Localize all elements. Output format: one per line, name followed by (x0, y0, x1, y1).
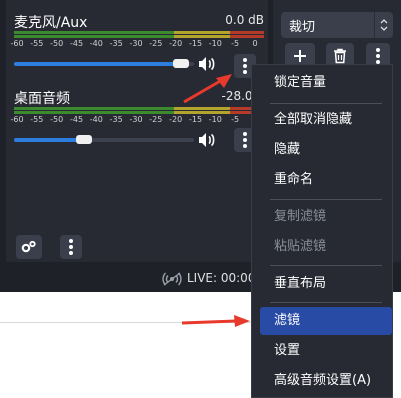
meter-tick-label: -55 (30, 39, 44, 48)
menu-item-copy-filters[interactable]: 复制滤镜 (260, 203, 392, 231)
volume-meter-green (14, 35, 174, 38)
volume-slider[interactable] (14, 135, 194, 144)
vertical-dots-icon (243, 130, 247, 150)
meter-tick-label: -45 (69, 115, 84, 124)
meter-tick-label: -50 (50, 115, 64, 124)
meter-tick-label: -35 (109, 115, 123, 124)
vertical-dots-icon (243, 56, 247, 76)
annotation-arrow-icon (181, 315, 250, 327)
menu-item-paste-filters[interactable]: 粘贴滤镜 (260, 233, 392, 261)
volume-meter-yellow (174, 35, 230, 38)
meter-tick-label: -60 (10, 115, 24, 124)
meter-tick-labels: -60-55-50-45-40-35-30-25-20-15-10-50 (10, 39, 258, 51)
volume-slider-fill (14, 138, 85, 142)
menu-item-lock-volume[interactable]: 锁定音量 (260, 69, 392, 97)
context-menu: 锁定音量 全部取消隐藏 隐藏 重命名 复制滤镜 粘贴滤镜 垂直布局 滤镜 设置 … (251, 64, 393, 398)
gears-icon (21, 240, 36, 253)
meter-tick-label: -55 (30, 115, 44, 124)
filter-type-select[interactable]: 裁切 (281, 12, 393, 38)
volume-meter-green (14, 31, 174, 34)
meter-tick-label: 0 (252, 39, 258, 48)
meter-tick-label: -40 (89, 39, 103, 48)
meter-tick-label: -15 (188, 115, 203, 124)
plus-icon (294, 50, 306, 62)
live-broadcast-icon (162, 271, 182, 290)
meter-tick-label: -35 (109, 39, 123, 48)
channel-name: 桌面音频 (14, 91, 70, 107)
menu-item-hide[interactable]: 隐藏 (260, 136, 392, 164)
meter-tick-labels: -60-55-50-45-40-35-30-25-20-15-10-50 (10, 115, 258, 127)
meter-tick-label: -15 (188, 39, 203, 48)
meter-tick-label: -30 (129, 115, 143, 124)
updown-arrows-icon (374, 12, 393, 38)
trash-icon (334, 48, 346, 64)
meter-tick-label: -10 (208, 115, 222, 124)
meter-tick-label: -10 (208, 39, 222, 48)
menu-separator (270, 103, 382, 104)
volume-meter-red (230, 35, 264, 38)
meter-tick-label: -45 (69, 39, 84, 48)
menu-item-unhide-all[interactable]: 全部取消隐藏 (260, 106, 392, 134)
mixer-settings-button[interactable] (16, 235, 42, 259)
vertical-dots-icon (69, 237, 73, 257)
meter-tick-label: -20 (169, 39, 183, 48)
channel-name: 麦克风/Aux (14, 15, 88, 31)
meter-tick-label: -25 (149, 39, 163, 48)
filter-type-value: 裁切 (289, 19, 316, 35)
annotation-arrow-icon (183, 74, 232, 104)
meter-tick-label: -30 (129, 39, 143, 48)
vertical-dots-icon (376, 46, 380, 66)
volume-meter-red (230, 31, 264, 34)
menu-separator (270, 265, 382, 266)
menu-item-filters[interactable]: 滤镜 (260, 307, 392, 335)
meter-tick-label: -5 (231, 115, 240, 124)
channel-level: 0.0 dB (225, 13, 264, 27)
volume-slider[interactable] (14, 59, 194, 68)
volume-meter-green (14, 107, 174, 110)
mixer-menu-button[interactable] (60, 235, 82, 259)
menu-item-advanced-audio[interactable]: 高级音频设置(A) (260, 367, 392, 395)
volume-slider-fill (14, 62, 182, 66)
volume-meter-yellow (174, 31, 230, 34)
meter-tick-label: -40 (89, 115, 103, 124)
menu-item-rename[interactable]: 重命名 (260, 166, 392, 194)
menu-item-vertical-layout[interactable]: 垂直布局 (260, 270, 392, 298)
menu-separator (270, 302, 382, 303)
speaker-icon[interactable] (198, 132, 216, 152)
menu-item-properties[interactable]: 设置 (260, 337, 392, 365)
menu-separator (270, 199, 382, 200)
meter-tick-label: -20 (169, 115, 183, 124)
volume-slider-handle[interactable] (76, 135, 93, 144)
meter-tick-label: -60 (10, 39, 24, 48)
meter-tick-label: -5 (231, 39, 240, 48)
volume-meter-yellow (174, 111, 230, 114)
volume-meter-green (14, 111, 174, 114)
volume-meter-yellow (174, 107, 230, 110)
meter-tick-label: -50 (50, 39, 64, 48)
live-status: LIVE: 00:00 (187, 271, 256, 285)
meter-tick-label: -25 (149, 115, 163, 124)
volume-slider-handle[interactable] (173, 59, 190, 68)
